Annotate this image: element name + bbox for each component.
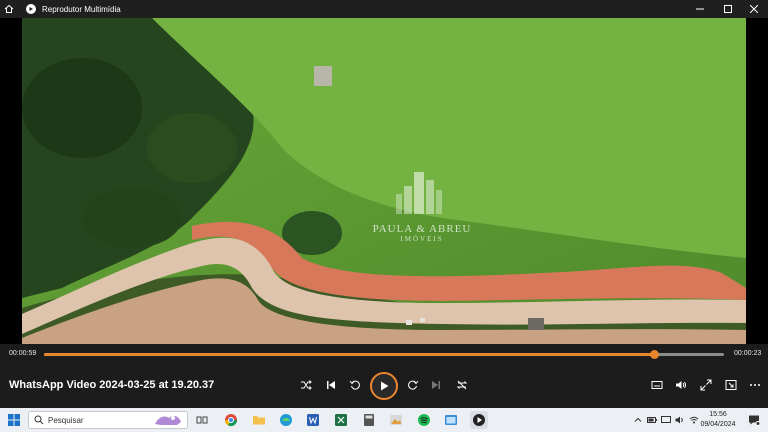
- chrome-icon: [225, 414, 237, 427]
- folder-icon: [253, 416, 265, 425]
- taskbar-app[interactable]: [442, 411, 460, 429]
- volume-icon: [676, 381, 686, 389]
- speaker-icon: [675, 416, 683, 424]
- taskbar-clock[interactable]: 15:56 09/04/2024: [700, 410, 736, 430]
- taskbar-edge[interactable]: [277, 411, 295, 429]
- video-area[interactable]: PAULA & ABREU IMÓVEIS: [0, 18, 768, 344]
- watermark: PAULA & ABREU IMÓVEIS: [352, 168, 492, 243]
- windows-logo-icon: [8, 414, 20, 426]
- battery-icon: [647, 417, 657, 423]
- miniplayer-button[interactable]: [722, 376, 740, 394]
- video-frame: PAULA & ABREU IMÓVEIS: [22, 18, 746, 344]
- taskbar-photos[interactable]: [387, 411, 405, 429]
- rewind-icon: [349, 380, 360, 390]
- tray-wifi[interactable]: [688, 413, 700, 427]
- watermark-subtitle: IMÓVEIS: [400, 235, 444, 243]
- skip-next-icon: [432, 381, 440, 389]
- word-icon: [307, 414, 319, 426]
- repeat-button[interactable]: [453, 376, 471, 394]
- fast-forward-icon: [408, 380, 419, 390]
- taskbar-file-explorer[interactable]: [250, 411, 268, 429]
- notifications-button[interactable]: [746, 413, 762, 427]
- skip-previous-icon: [327, 381, 335, 389]
- taskbar-word[interactable]: [304, 411, 322, 429]
- taskbar-excel[interactable]: [332, 411, 350, 429]
- watermark-name: PAULA & ABREU: [372, 223, 472, 235]
- spotify-icon: [418, 414, 430, 426]
- tray-display[interactable]: [660, 413, 672, 427]
- miniplayer-icon: [725, 380, 737, 390]
- fullscreen-button[interactable]: [697, 376, 715, 394]
- window-title: Reprodutor Multimídia: [42, 4, 121, 14]
- playback-controls: 00:00:59 00:00:23 WhatsApp Video 2024-03…: [0, 344, 768, 408]
- wifi-icon: [689, 416, 699, 424]
- title-bar: Reprodutor Multimídia: [0, 0, 768, 18]
- remaining-time: 00:00:23: [734, 350, 762, 357]
- close-button[interactable]: [740, 0, 768, 18]
- search-highlight-image: [155, 415, 181, 425]
- display-icon: [661, 416, 671, 423]
- more-icon: [750, 384, 760, 386]
- maximize-button[interactable]: [714, 0, 742, 18]
- chevron-up-icon: [634, 417, 642, 422]
- clock-date: 09/04/2024: [700, 421, 736, 428]
- seek-bar-thumb[interactable]: [650, 350, 659, 359]
- tray-battery[interactable]: [646, 413, 658, 427]
- clock-time: 15:56: [709, 411, 727, 418]
- building-logo-icon: [396, 172, 442, 214]
- file-name: WhatsApp Video 2024-03-25 at 19.20.37: [9, 379, 215, 391]
- volume-button[interactable]: [672, 376, 690, 394]
- edge-icon: [280, 414, 292, 426]
- elapsed-time: 00:00:59: [9, 350, 37, 357]
- calculator-icon: [364, 414, 374, 426]
- notification-icon: [749, 415, 760, 426]
- seek-bar[interactable]: [44, 350, 724, 359]
- taskbar-calculator[interactable]: [360, 411, 378, 429]
- more-options-button[interactable]: [746, 376, 764, 394]
- taskbar: Pesquisar 15:56 09/04/2024: [0, 408, 768, 432]
- forward-30-button[interactable]: [404, 376, 422, 394]
- shuffle-button[interactable]: [297, 376, 315, 394]
- window-app-icon: [445, 415, 457, 425]
- shuffle-icon: [301, 380, 312, 390]
- home-icon[interactable]: [0, 0, 18, 18]
- start-button[interactable]: [5, 411, 23, 429]
- play-button[interactable]: [370, 372, 398, 400]
- taskbar-chrome[interactable]: [222, 411, 240, 429]
- search-placeholder: Pesquisar: [48, 415, 84, 425]
- captions-button[interactable]: [648, 376, 666, 394]
- expand-icon: [700, 379, 712, 391]
- previous-button[interactable]: [322, 376, 340, 394]
- taskbar-search-box[interactable]: Pesquisar: [28, 411, 188, 429]
- seek-bar-progress: [44, 353, 654, 356]
- rewind-10-button[interactable]: [346, 376, 364, 394]
- photos-icon: [390, 415, 402, 425]
- minimize-button[interactable]: [686, 0, 714, 18]
- play-icon: [381, 381, 389, 391]
- show-hidden-icons-button[interactable]: [632, 413, 644, 427]
- next-button[interactable]: [427, 376, 445, 394]
- excel-icon: [335, 414, 347, 426]
- taskbar-spotify[interactable]: [415, 411, 433, 429]
- search-icon: [34, 415, 44, 425]
- task-view-icon: [196, 416, 208, 424]
- media-player-icon: [473, 414, 485, 426]
- tray-volume[interactable]: [674, 413, 686, 427]
- media-player-app-icon: [26, 4, 36, 14]
- taskbar-media-player[interactable]: [470, 411, 488, 429]
- repeat-icon: [456, 380, 468, 390]
- task-view-button[interactable]: [193, 411, 211, 429]
- subtitles-icon: [651, 381, 663, 389]
